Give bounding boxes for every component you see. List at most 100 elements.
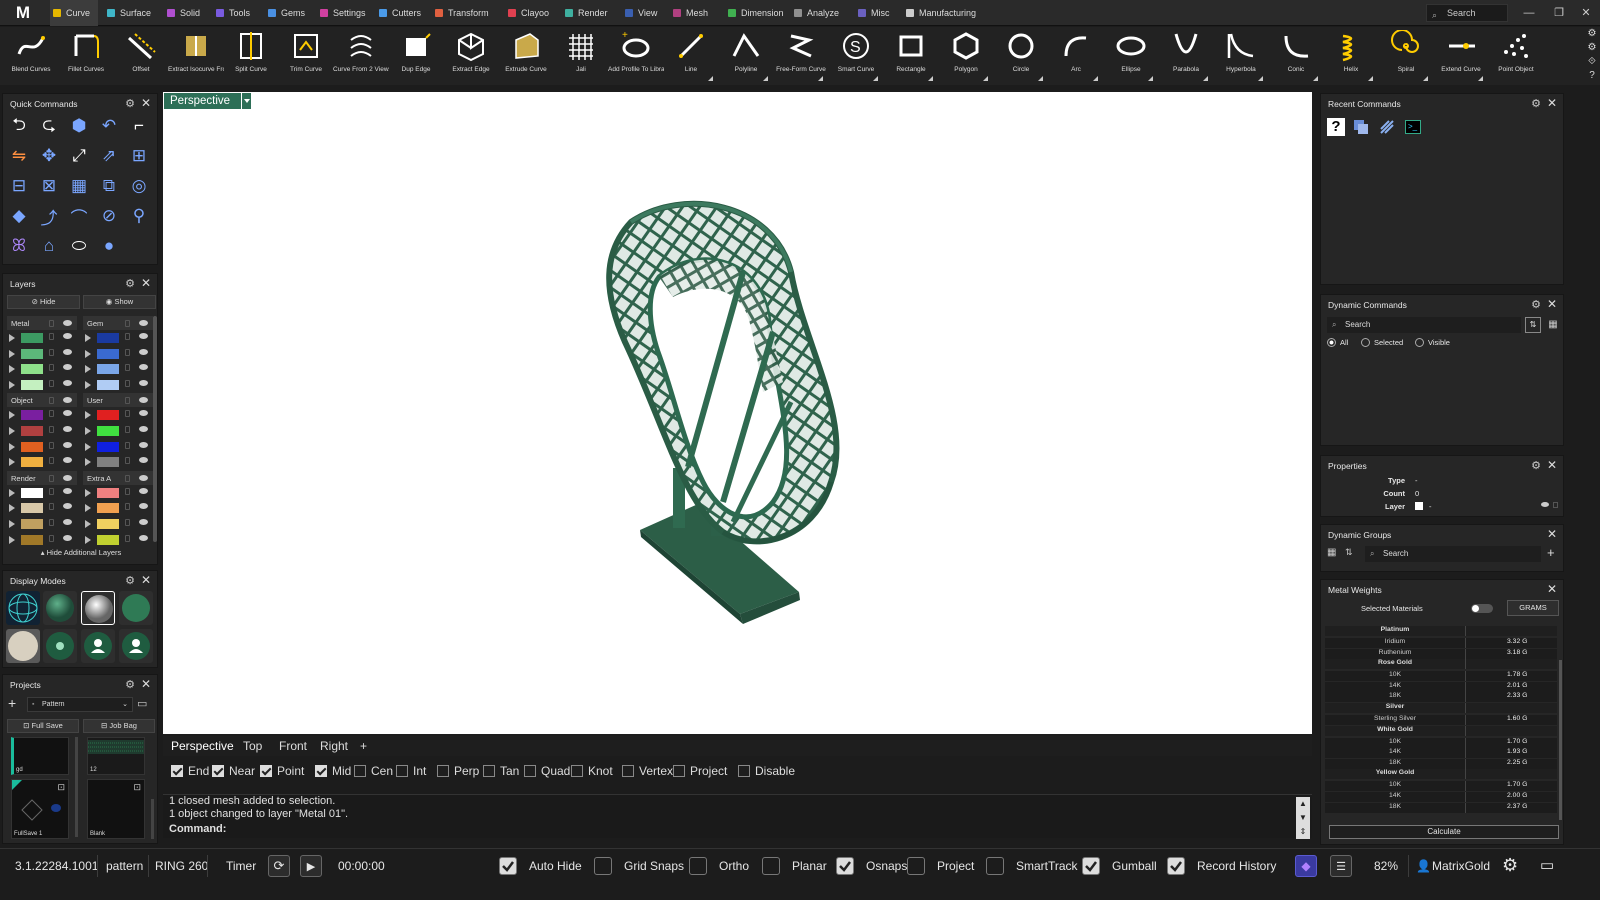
eye-icon[interactable] xyxy=(63,426,72,432)
layer-row[interactable] xyxy=(83,362,153,376)
display-mode-ghosted[interactable] xyxy=(119,591,153,625)
expand-icon[interactable] xyxy=(9,349,15,358)
lock-icon[interactable] xyxy=(1553,502,1558,508)
checkbox[interactable] xyxy=(499,857,517,875)
layer-row[interactable] xyxy=(83,455,153,469)
layer-group-header[interactable]: User xyxy=(83,393,153,408)
job-name[interactable]: RING 260 xyxy=(155,859,208,873)
layer-row[interactable] xyxy=(7,486,77,500)
calendar-icon[interactable]: ▦ xyxy=(1545,317,1561,333)
expand-icon[interactable] xyxy=(85,488,91,497)
layer-row[interactable] xyxy=(7,455,77,469)
layer-color-swatch[interactable] xyxy=(1415,502,1423,510)
ellipse-button[interactable]: Ellipse xyxy=(1103,27,1159,85)
project-thumbnail[interactable]: gd xyxy=(11,737,69,775)
gear-icon[interactable]: ⚙ xyxy=(125,574,135,587)
reset-timer-button[interactable]: ⟳ xyxy=(268,855,290,877)
layer-group-header[interactable]: Gem xyxy=(83,316,153,330)
minimize-button[interactable]: — xyxy=(1519,4,1539,22)
checkbox[interactable] xyxy=(673,765,685,777)
metal-weights-scrollbar[interactable] xyxy=(1559,660,1562,820)
eye-icon[interactable] xyxy=(139,503,148,510)
rectangle-button[interactable]: Rectangle xyxy=(883,27,939,85)
fillet-curves-button[interactable]: Fillet Curves xyxy=(58,27,114,85)
scroll-up-button[interactable]: ▲ xyxy=(1296,797,1310,811)
extend-curve-button[interactable]: Extend Curve xyxy=(1433,27,1489,85)
eye-icon[interactable] xyxy=(139,487,148,494)
lock-icon[interactable] xyxy=(49,410,54,418)
group-icon[interactable]: ⬢ xyxy=(67,114,91,138)
tab-misc[interactable]: Misc xyxy=(855,0,898,26)
eye-icon[interactable] xyxy=(63,534,72,541)
checkbox[interactable] xyxy=(594,857,612,875)
project-thumbnail[interactable]: 12 xyxy=(87,737,145,775)
expand-icon[interactable] xyxy=(85,504,91,513)
dynamic-commands-search[interactable]: ⌕ Search xyxy=(1327,317,1521,333)
eye-icon[interactable] xyxy=(63,474,72,481)
tab-dimension[interactable]: Dimension xyxy=(725,0,792,26)
osnap-end[interactable]: End xyxy=(171,764,209,778)
expand-icon[interactable] xyxy=(9,427,15,435)
offset-button[interactable]: Offset xyxy=(113,27,169,85)
lock-icon[interactable] xyxy=(49,487,54,495)
undo-icon[interactable]: ⮌ xyxy=(7,114,31,138)
boolean-icon[interactable] xyxy=(1353,119,1369,135)
settings-icon[interactable]: ⚙ xyxy=(1584,27,1600,41)
add-group-button[interactable]: + xyxy=(1547,545,1555,560)
eye-icon[interactable] xyxy=(139,320,148,326)
active-viewport-tab[interactable]: Perspective xyxy=(164,93,242,109)
terminal-icon[interactable]: >_ xyxy=(1405,120,1421,134)
lock-icon[interactable] xyxy=(125,426,130,433)
hyperbola-button[interactable]: Hyperbola xyxy=(1213,27,1269,85)
lock-icon[interactable] xyxy=(49,426,54,433)
display-mode-artistic[interactable] xyxy=(43,629,77,663)
view-tab-add[interactable]: + xyxy=(360,739,367,753)
layer-color-swatch[interactable] xyxy=(97,348,119,359)
smart-curve-button[interactable]: S Smart Curve xyxy=(828,27,884,85)
display-mode-wireframe[interactable] xyxy=(6,591,40,625)
expand-icon[interactable] xyxy=(85,442,91,451)
arc-button[interactable]: Arc xyxy=(1048,27,1104,85)
toggle-project[interactable]: Project xyxy=(907,855,974,877)
blend-curves-button[interactable]: Blend Curves xyxy=(3,27,59,85)
nav-icon[interactable]: ⚙ xyxy=(1584,41,1600,55)
layer-color-swatch[interactable] xyxy=(97,364,119,375)
layer-row[interactable] xyxy=(7,408,77,422)
eye-icon[interactable] xyxy=(1541,502,1549,507)
eye-icon[interactable] xyxy=(63,441,72,448)
checkbox[interactable] xyxy=(212,765,224,777)
expand-icon[interactable] xyxy=(9,488,15,497)
gear-icon[interactable]: ⚙ xyxy=(1531,459,1541,472)
expand-icon[interactable] xyxy=(1423,76,1428,81)
checkbox[interactable] xyxy=(907,857,925,875)
point-object-button[interactable]: Point Object xyxy=(1488,27,1544,85)
eye-icon[interactable] xyxy=(139,410,148,417)
fillet-icon[interactable]: ⌐ xyxy=(127,114,151,138)
expand-icon[interactable] xyxy=(9,334,15,342)
expand-icon[interactable] xyxy=(1313,76,1318,81)
eye-icon[interactable] xyxy=(139,364,148,371)
tab-manufacturing[interactable]: Manufacturing xyxy=(903,0,984,26)
lock-icon[interactable] xyxy=(49,397,54,405)
osnap-perp[interactable]: Perp xyxy=(437,764,479,778)
close-icon[interactable]: ✕ xyxy=(141,677,151,691)
maximize-button[interactable]: ❐ xyxy=(1549,4,1569,22)
layer-row[interactable] xyxy=(83,347,153,361)
layer-color-swatch[interactable] xyxy=(97,457,119,468)
eye-icon[interactable] xyxy=(63,410,72,417)
jali-button[interactable]: Jali xyxy=(553,27,609,85)
layer-color-swatch[interactable] xyxy=(21,487,43,498)
layer-row[interactable] xyxy=(7,378,77,392)
render-icon[interactable]: ⌂ xyxy=(37,234,61,258)
conic-button[interactable]: Conic xyxy=(1268,27,1324,85)
close-icon[interactable]: ✕ xyxy=(1547,527,1557,541)
expand-icon[interactable] xyxy=(9,365,15,374)
pin-icon[interactable]: ⟐ xyxy=(1584,55,1600,69)
osnap-mid[interactable]: Mid xyxy=(315,764,351,778)
gear-icon[interactable]: ⚙ xyxy=(125,678,135,691)
lock-icon[interactable] xyxy=(125,474,130,482)
project-thumbnail[interactable]: ⊡ Blank xyxy=(87,779,145,839)
checkbox[interactable] xyxy=(354,765,366,777)
help-icon[interactable]: ? xyxy=(1584,69,1600,83)
project-name[interactable]: pattern xyxy=(106,859,143,873)
